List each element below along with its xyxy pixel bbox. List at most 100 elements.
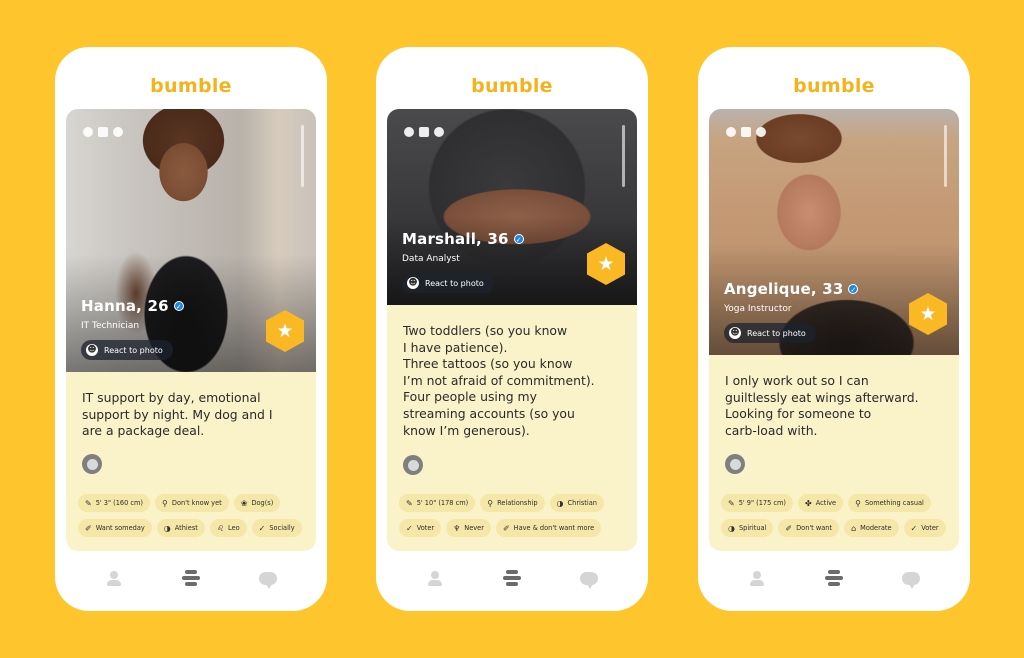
profile-job: Yoga Instructor (724, 304, 792, 314)
profile-tag: ✎ 5' 10" (178 cm) (399, 494, 476, 512)
tag-label: 5' 10" (178 cm) (416, 499, 469, 507)
hive-tab-icon[interactable] (502, 569, 521, 587)
tag-label: Voter (921, 524, 939, 532)
bumble-logo: bumble (471, 75, 553, 97)
instagram-icon[interactable] (98, 127, 108, 137)
quote-icon[interactable] (726, 127, 736, 137)
profile-tab-icon[interactable] (426, 569, 444, 587)
tag-label: Relationship (497, 499, 538, 507)
quote-icon[interactable] (83, 127, 93, 137)
profile-tag: ⚲ Something casual (848, 494, 931, 512)
instagram-icon[interactable] (741, 127, 751, 137)
verified-icon: ✓ (848, 284, 859, 294)
quote-icon[interactable] (404, 127, 414, 137)
profile-tab-icon[interactable] (748, 569, 766, 587)
profile-tab-icon[interactable] (105, 569, 123, 587)
react-to-bio-button[interactable] (403, 455, 423, 475)
react-to-photo-button[interactable]: ☻ React to photo (81, 340, 173, 360)
profile-tags: ✎ 5' 10" (178 cm) ⚲ Relationship ◑ Christian ✓… (399, 494, 629, 537)
tag-label: Have & don't want more (513, 524, 595, 532)
tag-label: Christian (567, 499, 597, 507)
profile-card[interactable]: Hanna, 26 ✓ IT Technician ☻ React to pho… (66, 109, 316, 551)
profile-job: IT Technician (81, 321, 140, 331)
smile-icon (86, 458, 98, 470)
exercise-icon: ✤ (805, 498, 812, 508)
profile-card[interactable]: Angelique, 33 ✓ Yoga Instructor ☻ React … (709, 109, 959, 551)
profile-tag: ✓ Socially (251, 519, 302, 537)
bumble-logo: bumble (793, 75, 875, 97)
bottom-tab-bar (55, 563, 327, 593)
tag-label: Spiritual (738, 524, 767, 532)
phone-angelique: bumble Angelique, 33 ✓ Yoga Instructor ☻… (698, 47, 970, 611)
react-to-bio-button[interactable] (725, 454, 745, 474)
profile-tag: ✐ Want someday (78, 519, 152, 537)
react-to-photo-button[interactable]: ☻ React to photo (402, 273, 494, 293)
profile-name: Marshall, 36 (402, 230, 509, 248)
ruler-icon: ✎ (406, 498, 413, 508)
photo-scroll-indicator (301, 125, 304, 187)
react-label: React to photo (104, 345, 163, 355)
profile-tag: ✤ Active (798, 494, 844, 512)
social-icons (726, 127, 766, 137)
name-block: Marshall, 36 ✓ Data Analyst ☻ React to p… (402, 230, 524, 293)
smile-icon (729, 458, 741, 470)
verified-icon: ✓ (513, 234, 524, 244)
vote-icon: ✓ (910, 523, 918, 533)
politics-icon: ⌂ (851, 523, 857, 533)
search-icon: ⚲ (855, 498, 861, 508)
profile-photo[interactable]: Angelique, 33 ✓ Yoga Instructor ☻ React … (709, 109, 959, 355)
profile-tag: ✎ 5' 3" (160 cm) (78, 494, 151, 512)
profile-tag: ⚲ Don't know yet (155, 494, 229, 512)
religion-icon: ◑ (163, 523, 171, 533)
spotify-icon[interactable] (756, 127, 766, 137)
name-block: Angelique, 33 ✓ Yoga Instructor ☻ React … (724, 280, 859, 343)
tag-label: Want someday (95, 524, 145, 532)
spotify-icon[interactable] (434, 127, 444, 137)
search-icon: ⚲ (162, 498, 168, 508)
profile-photo[interactable]: Hanna, 26 ✓ IT Technician ☻ React to pho… (66, 109, 316, 372)
social-icons (83, 127, 123, 137)
glass-icon: ♆ (453, 523, 461, 533)
hive-tab-icon[interactable] (824, 569, 843, 587)
name-block: Hanna, 26 ✓ IT Technician ☻ React to pho… (81, 297, 184, 360)
react-to-photo-button[interactable]: ☻ React to photo (724, 323, 816, 343)
profile-photo[interactable]: Marshall, 36 ✓ Data Analyst ☻ React to p… (387, 109, 637, 305)
profile-tag: ⚲ Relationship (480, 494, 545, 512)
phone-hanna: bumble Hanna, 26 ✓ IT Technician ☻ React… (55, 47, 327, 611)
photo-scroll-indicator (944, 125, 947, 187)
tag-label: Moderate (860, 524, 892, 532)
bottom-tab-bar (376, 563, 648, 593)
verified-icon: ✓ (173, 301, 184, 311)
profile-bio: I only work out so I can guiltlessly eat… (725, 373, 919, 438)
profile-tags: ✎ 5' 3" (160 cm) ⚲ Don't know yet ❀ Dog(s) ✐ Wa… (78, 494, 308, 537)
profile-tag: ◑ Athiest (156, 519, 205, 537)
react-to-bio-button[interactable] (82, 454, 102, 474)
paw-icon: ❀ (240, 498, 248, 508)
chat-tab-icon[interactable] (902, 569, 921, 589)
hive-tab-icon[interactable] (181, 569, 200, 587)
ruler-icon: ✎ (85, 498, 92, 508)
tag-label: Don't want (796, 524, 833, 532)
drink-icon: ✓ (258, 523, 266, 533)
profile-bio: IT support by day, emotional support by … (82, 390, 273, 439)
profile-tag: ❀ Dog(s) (233, 494, 281, 512)
social-icons (404, 127, 444, 137)
search-icon: ⚲ (487, 498, 494, 508)
profile-bio: Two toddlers (so you know I have patienc… (403, 323, 595, 438)
chat-tab-icon[interactable] (259, 569, 278, 589)
profile-tag: ♆ Never (446, 519, 491, 537)
spotify-icon[interactable] (113, 127, 123, 137)
tag-label: Something casual (864, 499, 924, 507)
tag-label: Voter (416, 524, 435, 532)
tag-label: 5' 9" (175 cm) (738, 499, 787, 507)
profile-tag: ⌂ Moderate (844, 519, 899, 537)
profile-tag: ◑ Christian (549, 494, 604, 512)
profile-tag: ♌ Leo (209, 519, 247, 537)
tag-label: Dog(s) (251, 499, 274, 507)
profile-tag: ✐ Don't want (778, 519, 840, 537)
profile-card[interactable]: Marshall, 36 ✓ Data Analyst ☻ React to p… (387, 109, 637, 551)
instagram-icon[interactable] (419, 127, 429, 137)
smile-icon: ☻ (86, 344, 98, 356)
pacifier-icon: ✐ (502, 523, 510, 533)
chat-tab-icon[interactable] (580, 569, 599, 589)
